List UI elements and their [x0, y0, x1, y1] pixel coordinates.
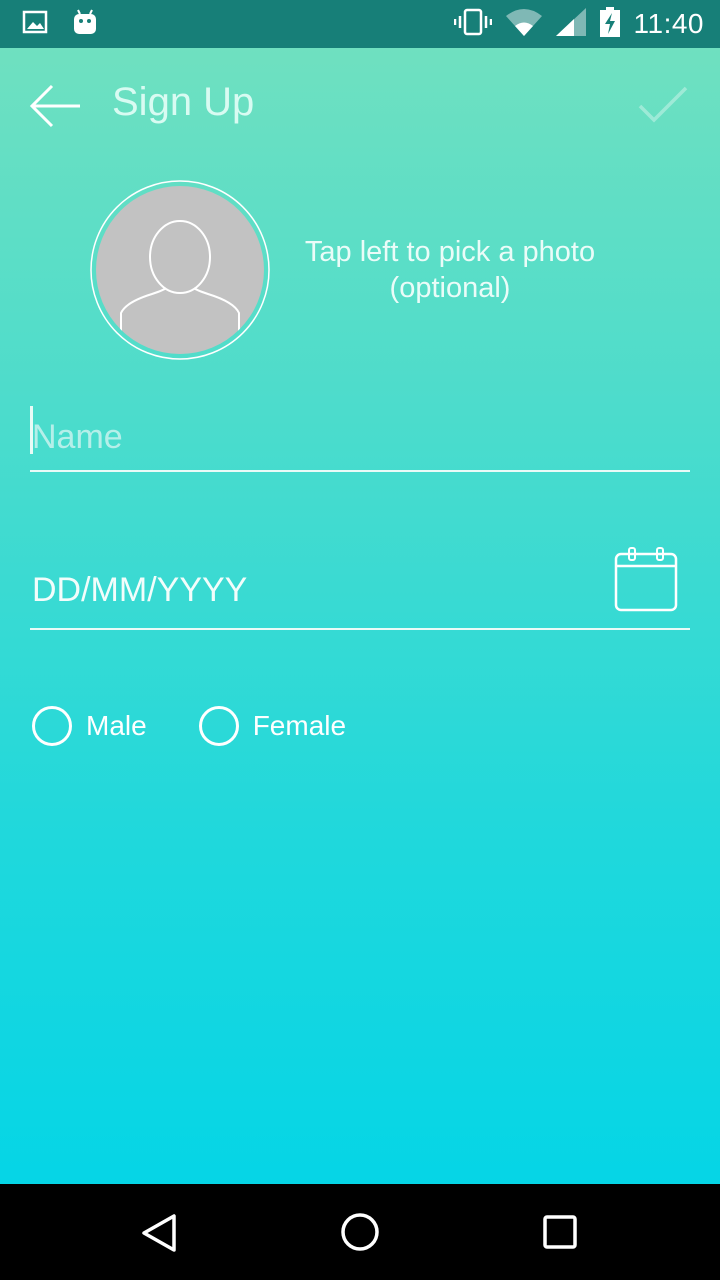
calendar-button[interactable] — [614, 546, 678, 612]
android-icon — [72, 8, 98, 41]
status-bar: 11:40 — [0, 0, 720, 48]
toolbar: Sign Up — [0, 48, 720, 160]
back-button[interactable] — [24, 76, 88, 136]
dob-input[interactable] — [30, 542, 590, 628]
done-button[interactable] — [636, 82, 692, 130]
name-input[interactable] — [30, 404, 690, 470]
gallery-icon — [22, 8, 48, 41]
avatar-picker[interactable] — [90, 180, 270, 360]
notification-icons — [22, 8, 98, 41]
arrow-left-icon — [24, 84, 84, 140]
home-circle-icon — [336, 1213, 384, 1260]
recents-square-icon — [536, 1215, 584, 1260]
wifi-icon — [505, 8, 542, 41]
radio-male[interactable]: Male — [32, 706, 147, 746]
vibrate-icon — [453, 8, 492, 41]
system-icons: 11:40 — [453, 0, 705, 48]
battery-charging-icon — [599, 6, 620, 42]
person-placeholder-icon — [90, 180, 270, 364]
radio-circle-icon — [198, 706, 239, 746]
check-icon — [636, 86, 692, 134]
radio-circle-icon — [32, 706, 72, 746]
nav-back-button[interactable] — [136, 1208, 184, 1256]
photo-hint-text: Tap left to pick a photo (optional) — [304, 236, 596, 304]
photo-hint: Tap left to pick a photo (optional) — [280, 234, 620, 306]
name-field[interactable] — [30, 404, 690, 472]
back-triangle-icon — [136, 1214, 184, 1260]
page-title: Sign Up — [112, 80, 255, 124]
signal-icon — [555, 7, 586, 41]
nav-recents-button[interactable] — [536, 1208, 584, 1256]
radio-female[interactable]: Female — [198, 706, 347, 746]
signup-screen: Sign Up Tap left to pick a photo (option… — [0, 48, 720, 1184]
nav-home-button[interactable] — [336, 1208, 384, 1256]
gender-radio-group: Male Female — [32, 706, 346, 746]
radio-male-label: Male — [86, 710, 147, 741]
clock: 11:40 — [633, 8, 704, 39]
calendar-icon — [614, 547, 678, 616]
navigation-bar — [0, 1184, 720, 1280]
dob-field[interactable] — [30, 542, 690, 630]
radio-female-label: Female — [252, 710, 347, 741]
